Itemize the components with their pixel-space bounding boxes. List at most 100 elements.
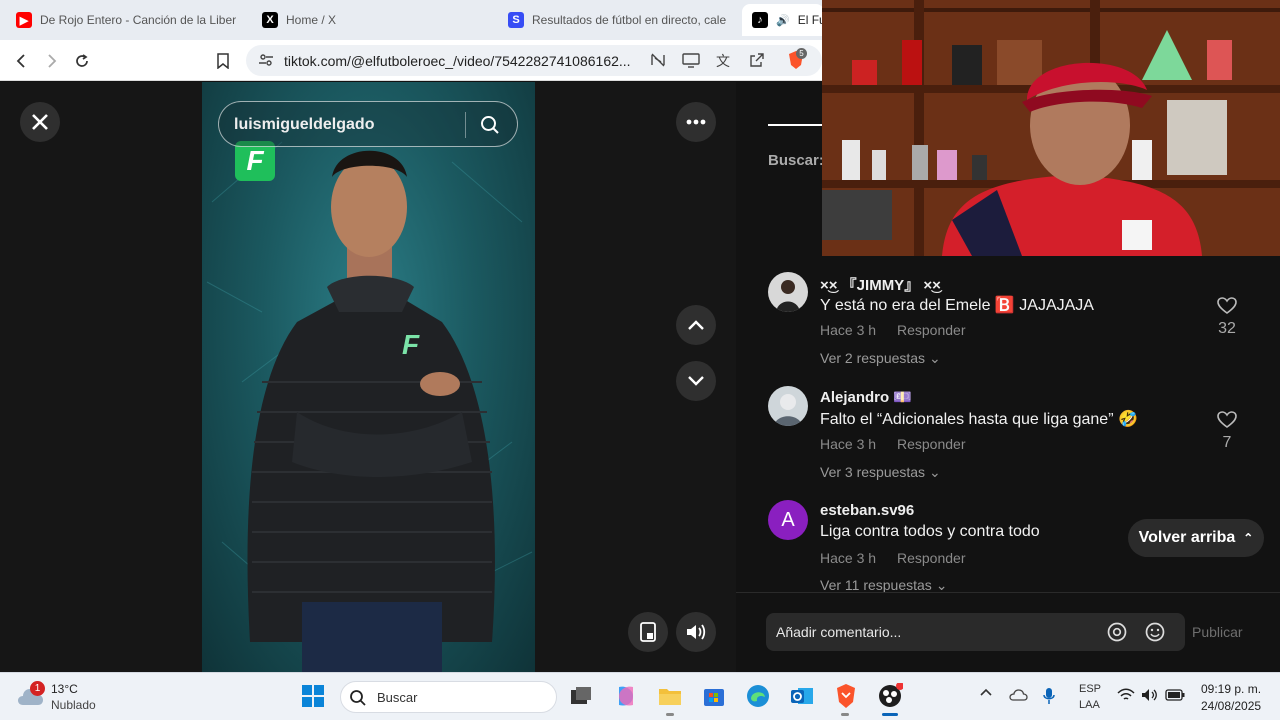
comment-time: Hace 3 h [820, 436, 877, 452]
translate-icon[interactable]: 文 [716, 51, 730, 71]
tab-title: El Fut [797, 13, 824, 27]
language-top[interactable]: ESP [1079, 683, 1101, 695]
double-chevron-up-icon: ⌃ [1243, 531, 1254, 545]
tab-tiktok[interactable]: ♪ 🔊 El Fut [742, 4, 824, 36]
view-replies-label: Ver 11 respuestas [820, 577, 932, 593]
webcam-overlay [822, 0, 1280, 256]
tab-x[interactable]: X Home / X [252, 4, 492, 36]
microphone-icon[interactable] [1042, 687, 1056, 710]
comments-search-label: Buscar: [768, 152, 824, 169]
previous-video-button[interactable] [676, 305, 716, 345]
comment-time: Hace 3 h [820, 322, 877, 338]
view-replies-label: Ver 3 respuestas [820, 464, 926, 480]
reply-button[interactable]: Responder [897, 436, 966, 452]
clock-date[interactable]: 24/08/2025 [1201, 699, 1261, 713]
back-button[interactable] [9, 48, 35, 74]
weather-alert-badge: 1 [30, 681, 45, 696]
site-settings-icon[interactable] [258, 52, 274, 73]
mention-icon[interactable] [1107, 622, 1127, 647]
comment-author[interactable]: Alejandro 💷 [820, 388, 912, 406]
tab-title: Home / X [286, 13, 337, 27]
chevron-down-icon: ⌄ [928, 350, 941, 366]
share-icon[interactable] [749, 52, 765, 73]
url-text: tiktok.com/@elfutboleroec_/video/7542282… [284, 53, 631, 69]
taskbar-search[interactable]: Buscar [340, 681, 557, 713]
copilot-icon[interactable] [613, 683, 639, 709]
svg-text:F: F [402, 329, 420, 360]
channel-logo: F [235, 141, 275, 181]
wifi-icon[interactable] [1117, 688, 1135, 707]
onedrive-icon[interactable] [1008, 688, 1028, 707]
publish-button[interactable]: Publicar [1192, 624, 1243, 640]
view-replies-button[interactable]: Ver 3 respuestas ⌄ [820, 464, 941, 481]
reply-button[interactable]: Responder [897, 550, 966, 566]
avatar[interactable] [768, 272, 808, 312]
comment-text: Falto el “Adicionales hasta que liga gan… [820, 411, 1138, 428]
tab-youtube[interactable]: ▶ De Rojo Entero - Canción de la Liber [6, 4, 246, 36]
more-options-button[interactable] [676, 102, 716, 142]
search-icon[interactable] [480, 115, 500, 140]
like-count: 7 [1222, 434, 1232, 451]
running-indicator [841, 713, 849, 716]
divider [736, 592, 1280, 593]
comment-author[interactable]: esteban.sv96 [820, 502, 914, 519]
file-explorer-icon[interactable] [657, 683, 683, 709]
search-icon [349, 689, 367, 712]
clock-time[interactable]: 09:19 p. m. [1201, 682, 1261, 696]
video-search-bar[interactable]: luismigueldelgado [218, 101, 518, 147]
tray-chevron-up-icon[interactable] [980, 686, 992, 700]
windows-taskbar: 1 13°C Nublado Buscar ESP LAA 09:19 p. m… [0, 672, 1280, 720]
floating-player-button[interactable] [628, 612, 668, 652]
back-to-top-button[interactable]: Volver arriba ⌃ [1128, 519, 1264, 557]
chevron-down-icon: ⌄ [935, 577, 948, 593]
active-indicator [882, 713, 898, 716]
avatar[interactable]: A [768, 500, 808, 540]
add-comment-field[interactable]: Añadir comentario... [766, 613, 1185, 651]
weather-desc: Nublado [51, 698, 96, 712]
x-icon: X [262, 12, 278, 28]
search-divider [465, 112, 466, 138]
comment-author[interactable]: ×͜× 『JIMMY』 ×͜× [820, 274, 941, 295]
add-comment-placeholder: Añadir comentario... [776, 624, 902, 640]
tab-sofascore[interactable]: S Resultados de fútbol en directo, cale [498, 4, 738, 36]
view-replies-label: Ver 2 respuestas [820, 350, 926, 366]
reload-button[interactable] [69, 48, 95, 74]
search-query-text: luismigueldelgado [234, 116, 375, 133]
volume-icon[interactable] [1141, 688, 1159, 707]
youtube-icon: ▶ [16, 12, 32, 28]
obs-icon[interactable] [877, 682, 904, 709]
heart-icon[interactable] [1217, 297, 1237, 320]
volume-button[interactable] [676, 612, 716, 652]
weather-temp: 13°C [51, 682, 78, 696]
heart-icon[interactable] [1217, 411, 1237, 434]
chevron-down-icon: ⌄ [928, 464, 941, 480]
tiktok-icon: ♪ [752, 12, 768, 28]
start-button[interactable] [300, 683, 326, 709]
address-bar[interactable]: tiktok.com/@elfutboleroec_/video/7542282… [246, 45, 822, 76]
task-view-icon[interactable] [568, 683, 594, 709]
reader-off-icon[interactable] [650, 52, 666, 73]
battery-icon[interactable] [1165, 688, 1185, 707]
video-player-area: F F luismigueldelgado [0, 82, 736, 672]
close-button[interactable] [20, 102, 60, 142]
edge-icon[interactable] [745, 683, 771, 709]
microsoft-store-icon[interactable] [701, 683, 727, 709]
cast-icon[interactable] [682, 52, 700, 73]
tab-title: Resultados de fútbol en directo, cale [532, 13, 727, 27]
shields-count-badge: 5 [796, 48, 807, 59]
next-video-button[interactable] [676, 361, 716, 401]
like-count: 32 [1218, 320, 1236, 337]
brave-shields-icon[interactable]: 5 [786, 48, 807, 70]
forward-button[interactable] [38, 48, 64, 74]
outlook-icon[interactable] [789, 683, 815, 709]
language-bottom[interactable]: LAA [1079, 699, 1100, 711]
emoji-icon[interactable] [1145, 622, 1165, 647]
speaker-icon: 🔊 [776, 14, 790, 27]
reply-button[interactable]: Responder [897, 322, 966, 338]
sofascore-icon: S [508, 12, 524, 28]
view-replies-button[interactable]: Ver 2 respuestas ⌄ [820, 350, 941, 367]
avatar[interactable] [768, 386, 808, 426]
brave-icon[interactable] [833, 683, 859, 709]
comment-text: Liga contra todos y contra todo [820, 523, 1040, 540]
bookmark-button[interactable] [210, 48, 236, 74]
